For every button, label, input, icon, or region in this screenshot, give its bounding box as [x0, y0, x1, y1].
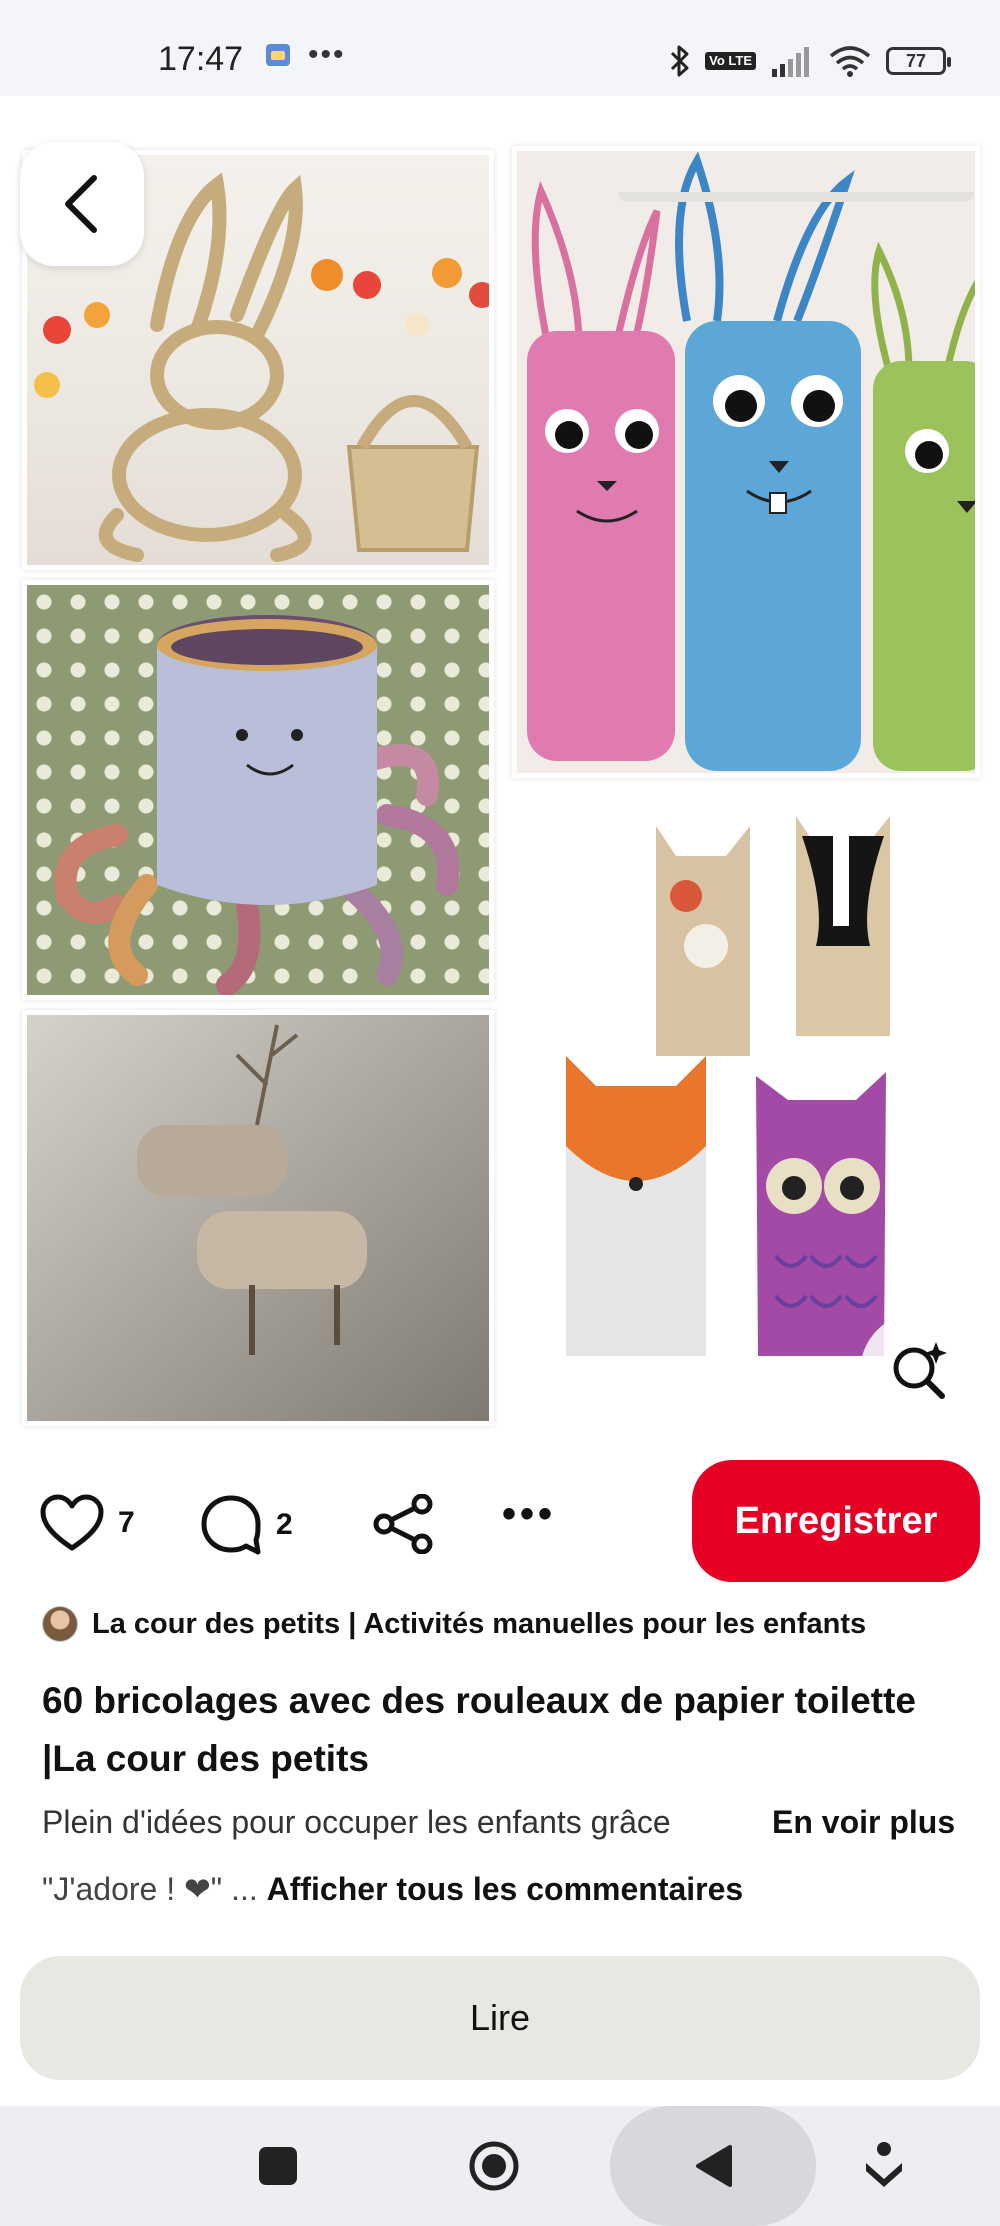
wifi-icon: [829, 46, 871, 77]
pin-description: Plein d'idées pour occuper les enfants g…: [42, 1804, 972, 1841]
nav-recents-button[interactable]: [236, 2106, 320, 2226]
status-time: 17:47: [158, 40, 244, 78]
pin-image[interactable]: [0, 96, 1000, 1426]
more-icon: •••: [502, 1492, 557, 1536]
nav-assistant-button[interactable]: [842, 2106, 926, 2226]
more-notifications-icon: •••: [308, 38, 346, 71]
more-options-button[interactable]: •••: [502, 1492, 557, 1536]
signal-icon: [772, 47, 809, 77]
chevron-left-icon: [65, 175, 97, 233]
show-all-comments-link[interactable]: Afficher tous les commentaires: [267, 1871, 744, 1907]
like-count: 7: [118, 1506, 135, 1539]
volte-icon: Vo LTE: [705, 52, 756, 70]
back-triangle-icon: [696, 2145, 732, 2187]
paper-roll-octopus-illustration: [54, 615, 460, 995]
assistant-down-icon: [866, 2142, 902, 2187]
home-circle-icon: [469, 2141, 519, 2191]
comment-icon: [201, 1495, 261, 1555]
save-button[interactable]: Enregistrer: [692, 1460, 980, 1582]
back-button[interactable]: [20, 142, 144, 266]
photo-paper-roll-rabbits: [512, 146, 980, 778]
comment-count: 2: [276, 1508, 293, 1541]
recents-square-icon: [259, 2147, 297, 2185]
like-action[interactable]: 7: [40, 1494, 135, 1552]
status-right-icons: Vo LTE 77: [669, 44, 951, 78]
photo-paper-roll-octopus: [22, 580, 494, 1000]
comment-preview-text: "J'adore ! ❤" ...: [42, 1871, 258, 1907]
visual-search-button[interactable]: [860, 1312, 980, 1432]
status-left-icons: •••: [266, 38, 346, 71]
paper-roll-reindeer-illustration: [27, 1015, 489, 1421]
see-more-link[interactable]: En voir plus: [772, 1804, 955, 1840]
heart-icon: [40, 1494, 104, 1551]
photo-paper-roll-reindeer: [22, 1010, 494, 1426]
system-navigation-bar: [0, 2106, 1000, 2226]
description-text: Plein d'idées pour occuper les enfants g…: [42, 1804, 671, 1840]
paper-roll-rabbits-illustration: [527, 151, 975, 771]
share-action[interactable]: [372, 1494, 434, 1554]
comments-preview[interactable]: "J'adore ! ❤" ... Afficher tous les comm…: [42, 1870, 743, 1908]
share-icon: [373, 1494, 433, 1554]
battery-level: 77: [905, 50, 927, 71]
bluetooth-icon: [671, 45, 689, 77]
status-bar: 17:47 ••• Vo LTE 77: [0, 0, 1000, 96]
read-button[interactable]: Lire: [20, 1956, 980, 2080]
creator-name[interactable]: La cour des petits | Activités manuelles…: [92, 1608, 866, 1641]
comment-action[interactable]: 2: [200, 1494, 293, 1556]
nav-home-button[interactable]: [452, 2106, 536, 2226]
pin-actions: 7 2 ••• Enregistrer: [0, 1460, 1000, 1586]
nav-back-button[interactable]: [672, 2106, 756, 2226]
sheet-handle: [618, 192, 974, 202]
creator-avatar[interactable]: [42, 1606, 78, 1642]
creator-row[interactable]: La cour des petits | Activités manuelles…: [42, 1606, 866, 1642]
pin-title: 60 bricolages avec des rouleaux de papie…: [42, 1680, 916, 1779]
battery-icon: 77: [886, 47, 951, 75]
visual-search-icon: [893, 1342, 947, 1399]
app-notification-icon: [266, 44, 290, 66]
